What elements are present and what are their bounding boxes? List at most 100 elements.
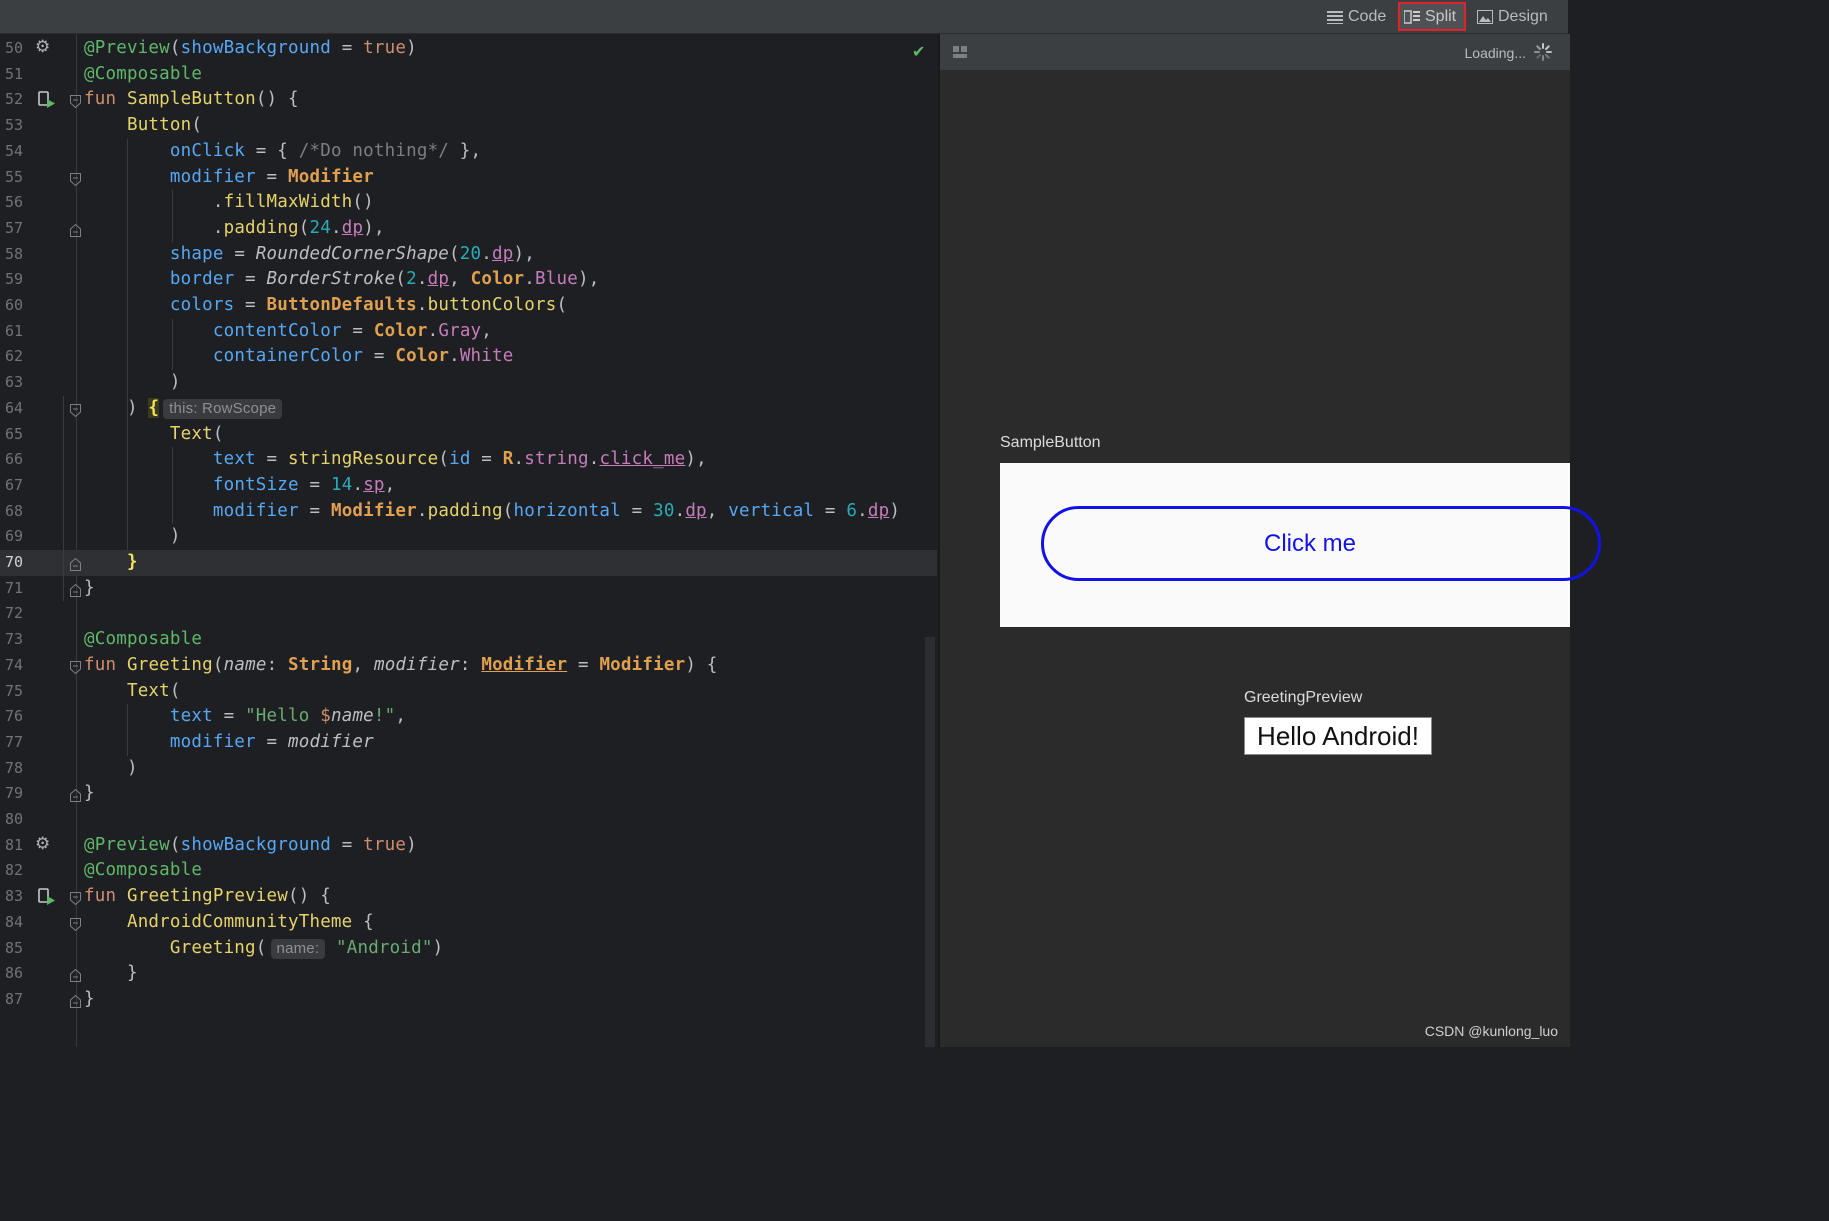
design-mode-button[interactable]: Design [1473,2,1552,31]
line-number: 67 [5,475,24,494]
code-text: ) [84,526,181,547]
code-line[interactable]: 73 @Composable [0,627,937,653]
code-line[interactable]: 71} [0,576,937,602]
code-line[interactable]: 63 ) [0,370,937,396]
code-line[interactable]: 50 ⚙ @Preview(showBackground = true) [0,36,937,62]
line-number: 65 [5,424,24,443]
code-line[interactable]: 52 fun SampleButton() { [0,87,937,113]
code-line[interactable]: 64 ) {this: RowScope [0,396,937,422]
fold-open-icon[interactable] [70,171,81,186]
code-line[interactable]: 82 @Composable [0,858,937,884]
code-line[interactable]: 58 shape = RoundedCornerShape(20.dp), [0,242,937,268]
code-text: } [84,783,95,804]
code-line[interactable]: 81 ⚙ @Preview(showBackground = true) [0,833,937,859]
code-line[interactable]: 53 Button( [0,113,937,139]
code-line[interactable]: 79} [0,781,937,807]
code-line[interactable]: 69 ) [0,524,937,550]
code-line[interactable]: 59 border = BorderStroke(2.dp, Color.Blu… [0,267,937,293]
code-line[interactable]: 86 } [0,961,937,987]
line-number: 56 [5,193,24,212]
code-line[interactable]: 66 text = stringResource(id = R.string.c… [0,447,937,473]
fold-close-icon[interactable] [70,993,81,1008]
split-mode-button[interactable]: Split [1398,2,1466,31]
fold-open-icon[interactable] [70,916,81,931]
indent-guide [127,138,128,550]
code-line[interactable]: 65 Text( [0,422,937,448]
code-line[interactable]: 78 ) [0,756,937,782]
sample-button-preview[interactable]: Click me [1000,463,1601,627]
line-number: 87 [5,989,24,1008]
line-number: 66 [5,450,24,469]
line-number: 51 [5,64,24,83]
line-number: 64 [5,398,24,417]
code-line[interactable]: 55 modifier = Modifier [0,165,937,191]
fold-close-icon[interactable] [70,967,81,983]
run-preview-icon[interactable] [38,91,56,113]
code-line[interactable]: 56 .fillMaxWidth() [0,190,937,216]
code-line[interactable]: 54 onClick = { /*Do nothing*/ }, [0,139,937,165]
layout-toggle-icon[interactable] [952,44,970,62]
watermark: CSDN @kunlong_luo [1424,1023,1558,1039]
line-number: 55 [5,167,24,186]
click-me-button[interactable]: Click me [1041,506,1601,581]
code-line[interactable]: 57 .padding(24.dp), [0,216,937,242]
vertical-scrollbar[interactable] [925,637,935,1047]
line-number: 74 [5,655,24,674]
code-line[interactable]: 76 text = "Hello $name!", [0,704,937,730]
fold-open-icon[interactable] [70,659,81,674]
fold-open-icon[interactable] [70,890,81,906]
code-line[interactable]: 51 @Composable [0,62,937,88]
code-line[interactable]: 60 colors = ButtonDefaults.buttonColors( [0,293,937,319]
code-line[interactable]: 83 fun GreetingPreview() { [0,884,937,910]
code-line[interactable]: 70 } [0,550,937,576]
code-editor[interactable]: 50 ⚙ @Preview(showBackground = true) 51 @Com… [0,34,937,1047]
code-line[interactable]: 85 Greeting(name: "Android") [0,936,937,962]
line-number: 53 [5,116,24,135]
fold-open-icon[interactable] [70,402,81,417]
run-preview-icon[interactable] [38,888,56,910]
code-line[interactable]: 77 modifier = modifier [0,730,937,756]
line-number: 54 [5,141,24,160]
code-text: } [126,552,138,572]
line-number: 59 [5,270,24,289]
code-line[interactable]: 61 contentColor = Color.Gray, [0,319,937,345]
code-view-icon [1327,10,1343,24]
line-number: 52 [5,90,24,109]
code-line[interactable]: 75 Text( [0,679,937,705]
code-text: text = "Hello $name!", [169,706,407,727]
line-number: 72 [5,604,24,623]
line-number: 57 [5,218,24,237]
inlay-hint-this: this: RowScope [163,398,283,419]
preview-canvas[interactable]: SampleButton Click me GreetingPreview He… [940,70,1601,1047]
fold-close-icon[interactable] [70,787,81,803]
gear-icon[interactable]: ⚙ [35,834,50,854]
gear-icon[interactable]: ⚙ [35,37,50,57]
code-line[interactable]: 72 [0,601,937,627]
line-number: 69 [5,527,24,546]
greeting-preview[interactable]: Hello Android! [1244,717,1432,755]
code-line[interactable]: 67 fontSize = 14.sp, [0,473,937,499]
fold-open-icon[interactable] [70,93,81,109]
code-text: border = BorderStroke(2.dp, Color.Blue), [169,269,600,290]
code-line[interactable]: 62 containerColor = Color.White [0,344,937,370]
fold-close-icon[interactable] [70,556,81,571]
line-number: 62 [5,347,24,366]
greeting-preview-title: GreetingPreview [1244,689,1363,706]
code-text: ) [84,757,138,778]
code-mode-button[interactable]: Code [1323,2,1390,31]
code-text: Text( [126,680,181,701]
code-text: colors = ButtonDefaults.buttonColors( [169,295,568,315]
code-line[interactable]: 68 modifier = Modifier.padding(horizonta… [0,499,937,525]
code-line[interactable]: 80 [0,807,937,833]
line-number: 75 [5,681,24,700]
fold-close-icon[interactable] [70,222,81,237]
code-line[interactable]: 74 fun Greeting(name: String, modifier: M… [0,653,937,679]
code-line[interactable]: 87} [0,987,937,1013]
code-text: AndroidCommunityTheme { [126,911,374,932]
code-text: fun SampleButton() { [84,89,299,110]
preview-toolbar: Loading... [940,34,1570,70]
fold-close-icon[interactable] [70,582,81,597]
code-text: fun GreetingPreview() { [84,886,331,907]
code-line[interactable]: 84 AndroidCommunityTheme { [0,910,937,936]
line-number: 82 [5,861,24,880]
